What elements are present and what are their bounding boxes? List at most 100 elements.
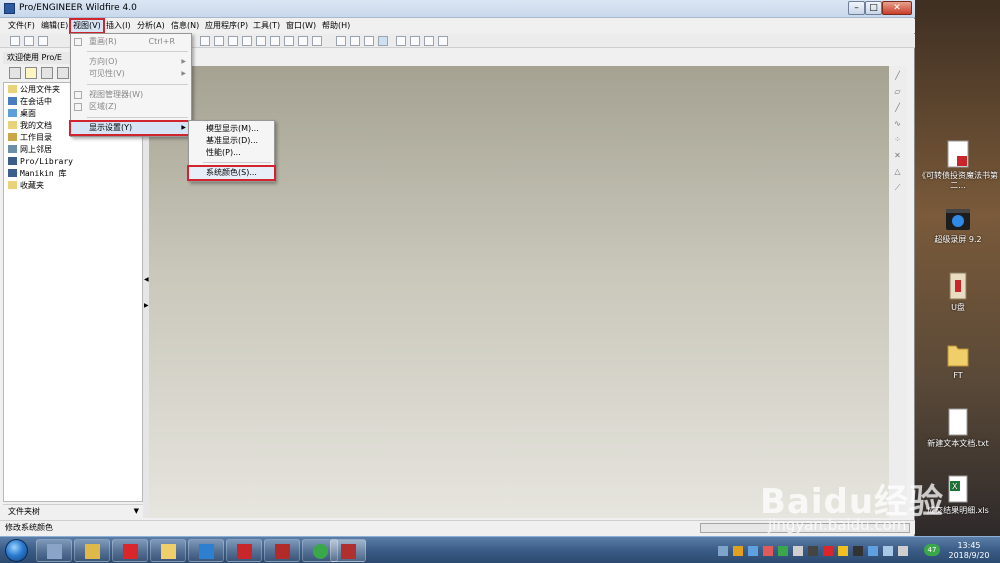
taskbar-app-window[interactable] xyxy=(188,539,224,562)
menu-edit[interactable]: 编辑(E) xyxy=(39,20,70,32)
open-file-icon[interactable] xyxy=(24,36,34,46)
datum-points-icon[interactable] xyxy=(424,36,434,46)
zoom-out-icon[interactable] xyxy=(228,36,238,46)
clock-time[interactable]: 13:45 xyxy=(944,541,994,550)
mirror-tool-icon[interactable]: ⟋ xyxy=(892,182,903,193)
tree-item-network[interactable]: 网上邻居 xyxy=(8,144,52,156)
tree-item-manikin[interactable]: Manikin 库 xyxy=(8,168,67,180)
hidden-line-icon[interactable] xyxy=(350,36,360,46)
tray-badge[interactable]: 47 xyxy=(924,544,940,556)
repaint-icon[interactable] xyxy=(312,36,322,46)
tray-red-icon[interactable] xyxy=(823,546,833,556)
tray-qq-icon[interactable] xyxy=(808,546,818,556)
desktop-icon-pdf-book[interactable]: 《可转债投资魔法书第二... xyxy=(918,140,998,191)
datum-plane-tool-icon[interactable]: ▱ xyxy=(892,86,903,97)
tray-flag-icon[interactable] xyxy=(733,546,743,556)
menu-item-performance[interactable]: 性能(P)... xyxy=(189,147,274,159)
no-hidden-icon[interactable] xyxy=(364,36,374,46)
menu-applications[interactable]: 应用程序(P) xyxy=(203,20,250,32)
datum-axis-tool-icon[interactable]: ╱ xyxy=(892,102,903,113)
tray-speaker-icon[interactable] xyxy=(898,546,908,556)
folder-tree-toggle[interactable]: 文件夹树 ▼ xyxy=(3,504,143,517)
csys-icon[interactable] xyxy=(438,36,448,46)
taskbar-app-red-g[interactable] xyxy=(112,539,148,562)
tray-network-icon[interactable] xyxy=(748,546,758,556)
shading-icon[interactable] xyxy=(378,36,388,46)
taskbar-app-paint[interactable] xyxy=(74,539,110,562)
menu-help[interactable]: 帮助(H) xyxy=(320,20,352,32)
filter-selector[interactable] xyxy=(700,523,910,533)
new-file-icon[interactable] xyxy=(10,36,20,46)
menu-item-visibility[interactable]: 可见性(V) ▶ xyxy=(71,68,191,80)
menu-item-orientation[interactable]: 方向(O) ▶ xyxy=(71,56,191,68)
datum-point-tool-icon[interactable]: ⁘ xyxy=(892,134,903,145)
view-manager-icon[interactable] xyxy=(298,36,308,46)
folder-browser-tab-icon[interactable] xyxy=(25,67,37,79)
analysis-tool-icon[interactable]: △ xyxy=(892,166,903,177)
taskbar-app-solidworks[interactable] xyxy=(226,539,262,562)
saved-views-icon[interactable] xyxy=(270,36,280,46)
layers-icon[interactable] xyxy=(284,36,294,46)
desktop-icon-screen-recorder[interactable]: 超级录屏 9.2 xyxy=(918,208,998,245)
menu-item-display-settings[interactable]: 显示设置(Y) ▶ xyxy=(69,120,193,136)
title-bar[interactable]: Pro/ENGINEER Wildfire 4.0 – □ ✕ xyxy=(0,0,915,18)
menu-info[interactable]: 信息(N) xyxy=(169,20,201,32)
tree-item-my-documents[interactable]: 我的文档 xyxy=(8,120,52,132)
menu-view[interactable]: 视图(V) xyxy=(69,18,105,34)
tree-item-desktop[interactable]: 桌面 xyxy=(8,108,36,120)
zoom-in-icon[interactable] xyxy=(214,36,224,46)
tray-expand-icon[interactable] xyxy=(718,546,728,556)
minimize-button[interactable]: – xyxy=(848,1,865,15)
menu-item-datum-display[interactable]: 基准显示(D)... xyxy=(189,135,274,147)
menu-file[interactable]: 文件(F) xyxy=(6,20,37,32)
menu-insert[interactable]: 插入(I) xyxy=(104,20,133,32)
datum-curve-tool-icon[interactable]: ∿ xyxy=(892,118,903,129)
save-icon[interactable] xyxy=(38,36,48,46)
sketch-icon[interactable]: ╱ xyxy=(892,70,903,81)
datum-axes-icon[interactable] xyxy=(410,36,420,46)
csys-tool-icon[interactable]: ✕ xyxy=(892,150,903,161)
taskbar-app-proe[interactable] xyxy=(330,539,366,562)
taskbar-app-pdf[interactable] xyxy=(264,539,300,562)
menu-item-system-colors[interactable]: 系统颜色(S)... xyxy=(187,165,276,181)
expand-right-icon[interactable]: ▶ xyxy=(144,302,149,309)
start-button[interactable] xyxy=(5,539,28,562)
history-tab-icon[interactable] xyxy=(57,67,69,79)
wireframe-icon[interactable] xyxy=(336,36,346,46)
orient-icon[interactable] xyxy=(256,36,266,46)
menu-item-view-manager[interactable]: 视图管理器(W) xyxy=(71,89,191,101)
taskbar-app-explorer[interactable] xyxy=(150,539,186,562)
menu-item-model-display[interactable]: 模型显示(M)... xyxy=(189,123,274,135)
tray-penguin-icon[interactable] xyxy=(853,546,863,556)
desktop-icon-text-file[interactable]: 新建文本文档.txt xyxy=(918,408,998,449)
close-button[interactable]: ✕ xyxy=(882,1,912,15)
collapse-left-icon[interactable]: ◀ xyxy=(144,276,149,283)
tree-item-common-folder[interactable]: 公用文件夹 xyxy=(8,84,60,96)
tray-yellow-icon[interactable] xyxy=(838,546,848,556)
zoom-window-icon[interactable] xyxy=(200,36,210,46)
tree-item-pro-library[interactable]: Pro/Library xyxy=(8,156,73,168)
tray-volume-icon[interactable] xyxy=(793,546,803,556)
menu-window[interactable]: 窗口(W) xyxy=(284,20,318,32)
menu-item-region[interactable]: 区域(Z) xyxy=(71,101,191,113)
tray-security-icon[interactable] xyxy=(778,546,788,556)
maximize-button[interactable]: □ xyxy=(865,1,882,15)
refit-icon[interactable] xyxy=(242,36,252,46)
desktop-icon-excel-file[interactable]: X 成交结果明细.xls xyxy=(918,475,998,516)
datum-planes-icon[interactable] xyxy=(396,36,406,46)
menu-analysis[interactable]: 分析(A) xyxy=(135,20,167,32)
desktop-icon-ft-folder[interactable]: FT xyxy=(918,340,998,381)
tree-item-working-directory[interactable]: 工作目录 xyxy=(8,132,52,144)
tray-power-icon[interactable] xyxy=(883,546,893,556)
desktop-icon-usb-drive[interactable]: U盘 xyxy=(918,272,998,313)
model-tree-tab-icon[interactable] xyxy=(9,67,21,79)
menu-tools[interactable]: 工具(T) xyxy=(251,20,282,32)
tray-monitor-icon[interactable] xyxy=(868,546,878,556)
menu-item-repaint[interactable]: 重画(R) Ctrl+R xyxy=(71,36,191,48)
clock-date[interactable]: 2018/9/20 xyxy=(944,551,994,560)
tree-item-in-session[interactable]: 在会话中 xyxy=(8,96,52,108)
tree-item-favorites[interactable]: 收藏夹 xyxy=(8,180,44,192)
taskbar-app-calculator[interactable] xyxy=(36,539,72,562)
tray-app-icon[interactable] xyxy=(763,546,773,556)
favorites-tab-icon[interactable] xyxy=(41,67,53,79)
